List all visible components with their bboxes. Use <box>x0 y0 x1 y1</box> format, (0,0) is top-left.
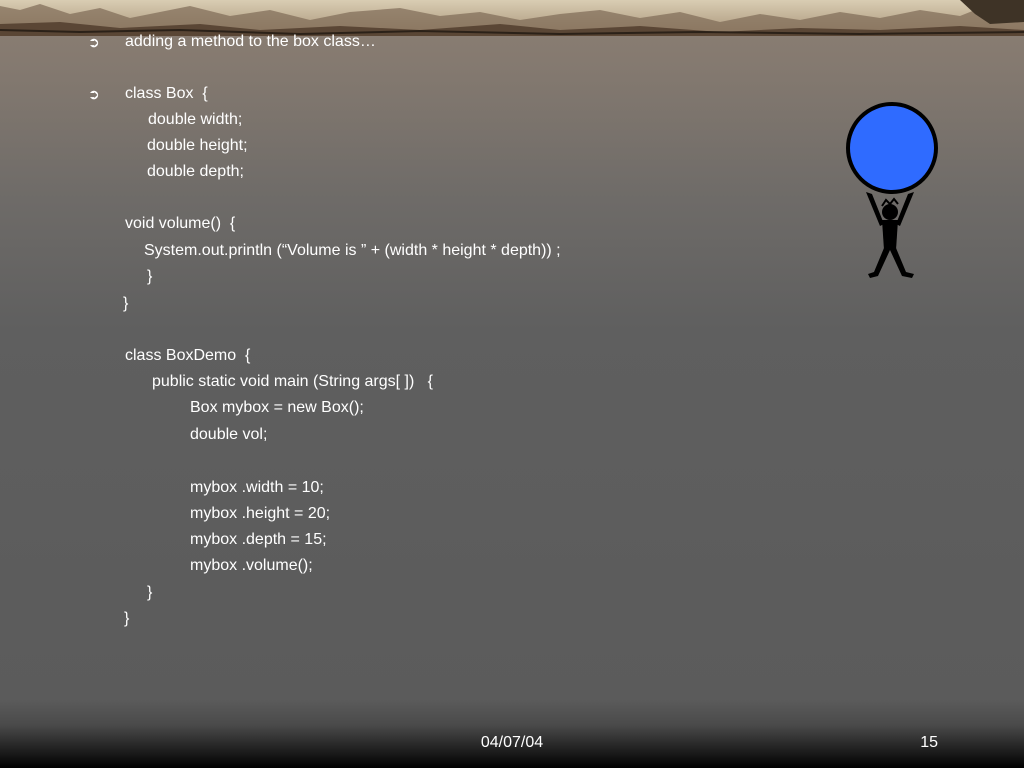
code-line: System.out.println (“Volume is ” + (widt… <box>144 242 561 259</box>
code-line: double depth; <box>147 163 244 180</box>
code-line: public static void main (String args[ ])… <box>152 373 433 390</box>
footer-date: 04/07/04 <box>480 734 544 751</box>
page-number: 15 <box>920 734 938 751</box>
code-line: void volume() { <box>125 215 236 232</box>
code-line: class BoxDemo { <box>125 347 251 364</box>
code-line: } <box>147 584 153 601</box>
code-line: class Box { <box>125 85 208 102</box>
code-line: mybox .height = 20; <box>190 505 331 522</box>
code-line: } <box>123 295 129 312</box>
code-line: double height; <box>147 137 248 154</box>
bullet-icon: ➲ <box>88 86 100 102</box>
code-line: mybox .volume(); <box>190 557 313 574</box>
bullet-icon: ➲ <box>88 34 100 50</box>
code-line: double vol; <box>190 426 268 443</box>
code-line: } <box>124 610 130 627</box>
code-line: double width; <box>148 111 243 128</box>
code-line: mybox .width = 10; <box>190 479 324 496</box>
person-holding-ball-icon <box>846 102 938 278</box>
ball <box>846 102 938 194</box>
header-banner <box>0 0 1024 36</box>
code-line: } <box>147 268 153 285</box>
slide-heading: adding a method to the box class… <box>125 33 376 50</box>
code-line: Box mybox = new Box(); <box>190 399 364 416</box>
code-line: mybox .depth = 15; <box>190 531 327 548</box>
